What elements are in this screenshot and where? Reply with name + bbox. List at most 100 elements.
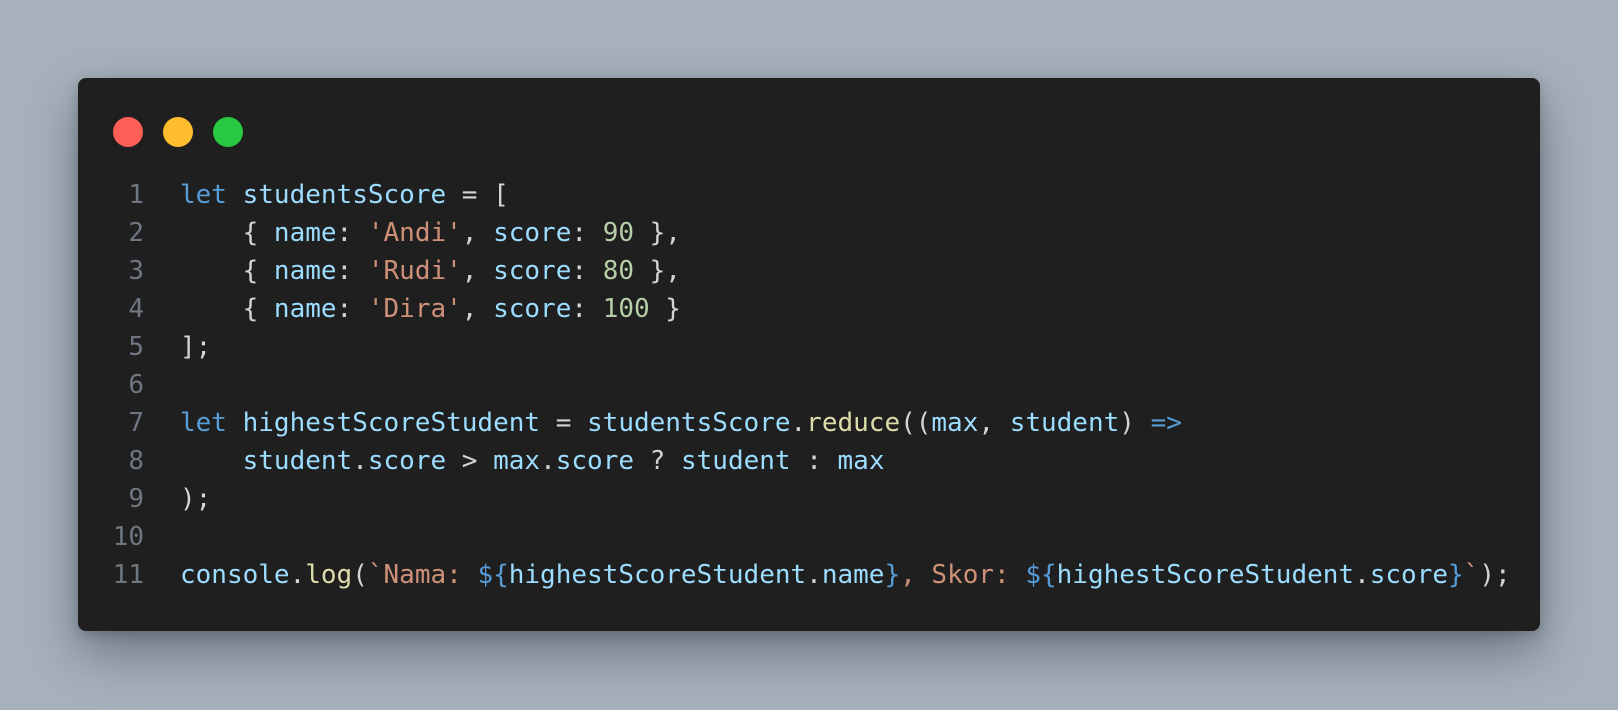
code-token: name (821, 560, 885, 590)
code-token: = [ (446, 180, 509, 210)
code-token: log (305, 560, 353, 590)
maximize-dot[interactable] (213, 117, 243, 147)
code-token: ${ (477, 560, 509, 590)
close-dot[interactable] (113, 117, 143, 147)
code-token: . (352, 446, 368, 476)
code-token: , (461, 256, 494, 286)
code-token: 'Dira' (367, 294, 462, 324)
code-token: . (540, 446, 556, 476)
code-window: 1 let studentsScore = [2 { name: 'Andi', … (78, 78, 1540, 631)
code-token: . (806, 560, 822, 590)
window-controls (113, 117, 243, 147)
code-token: ( (352, 560, 368, 590)
code-token: : (336, 218, 368, 248)
code-token: score (1369, 560, 1449, 590)
line-number: 5 (128, 332, 144, 362)
code-token: name (273, 294, 337, 324)
code-token: max (493, 446, 541, 476)
code-token: }, (634, 218, 681, 248)
code-token: 'Rudi' (367, 256, 462, 286)
code-token: highestScoreStudent (1056, 560, 1355, 590)
code-line: 8 student.score > max.score ? student : … (78, 442, 1540, 480)
code-token: console (180, 560, 290, 590)
code-token: : (790, 446, 838, 476)
code-token: 90 (602, 218, 634, 248)
code-token: . (790, 408, 807, 438)
code-token: `Nama: (367, 560, 478, 590)
minimize-dot[interactable] (163, 117, 193, 147)
code-token: ` (1463, 560, 1480, 590)
code-token: , (461, 218, 494, 248)
code-token: reduce (806, 408, 901, 438)
line-number: 1 (128, 180, 144, 210)
code-token: ? (634, 446, 681, 476)
code-token: 100 (602, 294, 650, 324)
code-token: ) (1119, 408, 1151, 438)
code-line: 9); (78, 480, 1540, 518)
code-token: , (978, 408, 1010, 438)
code-token: { (180, 256, 274, 286)
line-number: 8 (128, 446, 144, 476)
line-number: 9 (128, 484, 144, 514)
code-text: console.log(`Nama: ${highestScoreStudent… (144, 556, 1511, 594)
code-token: ); (1479, 560, 1511, 590)
code-block: 1 let studentsScore = [2 { name: 'Andi', … (78, 176, 1540, 594)
code-line: 10 (78, 518, 1540, 556)
line-number: 7 (128, 408, 144, 438)
line-number: 3 (128, 256, 144, 286)
code-token: : (571, 218, 603, 248)
code-token: : (571, 256, 603, 286)
code-token: ); (180, 484, 212, 514)
code-token: max (837, 446, 885, 476)
code-token: 80 (602, 256, 634, 286)
code-token: { (180, 294, 274, 324)
code-token: score (493, 256, 572, 286)
code-line: 6 (78, 366, 1540, 404)
code-text: let studentsScore = [ (144, 176, 509, 214)
code-token: studentsScore (587, 408, 791, 438)
code-token: : (571, 294, 603, 324)
code-token: . (1354, 560, 1370, 590)
code-token: 'Andi' (367, 218, 462, 248)
code-text: ); (144, 480, 211, 518)
code-token: let (180, 408, 227, 438)
code-token: } (884, 560, 901, 590)
code-token: highestScoreStudent (242, 408, 541, 438)
code-token: > (446, 446, 494, 476)
code-token: highestScoreStudent (508, 560, 807, 590)
line-number: 10 (112, 522, 144, 552)
code-token: = (540, 408, 588, 438)
code-text: student.score > max.score ? student : ma… (144, 442, 885, 480)
code-token: max (931, 408, 979, 438)
code-token: , (461, 294, 494, 324)
line-number: 6 (128, 370, 144, 400)
code-token: score (367, 446, 447, 476)
line-number: 2 (128, 218, 144, 248)
line-number: 4 (128, 294, 144, 324)
code-token: } (649, 294, 681, 324)
code-text: let highestScoreStudent = studentsScore.… (144, 404, 1182, 442)
code-text: { name: 'Rudi', score: 80 }, (144, 252, 681, 290)
code-token: student (242, 446, 353, 476)
code-token: { (180, 218, 274, 248)
code-line: 7 let highestScoreStudent = studentsScore… (78, 404, 1540, 442)
code-line: 3 { name: 'Rudi', score: 80 }, (78, 252, 1540, 290)
code-text: { name: 'Andi', score: 90 }, (144, 214, 681, 252)
code-token: student (680, 446, 791, 476)
code-line: 2 { name: 'Andi', score: 90 }, (78, 214, 1540, 252)
code-token: score (555, 446, 635, 476)
code-token: score (493, 294, 572, 324)
code-token: : (336, 294, 368, 324)
code-token: score (493, 218, 572, 248)
code-token: } (1448, 560, 1464, 590)
code-token: name (273, 218, 337, 248)
code-text: ]; (144, 328, 211, 366)
code-token: ]; (180, 332, 212, 362)
code-token: => (1150, 408, 1182, 438)
code-line: 4 { name: 'Dira', score: 100 } (78, 290, 1540, 328)
